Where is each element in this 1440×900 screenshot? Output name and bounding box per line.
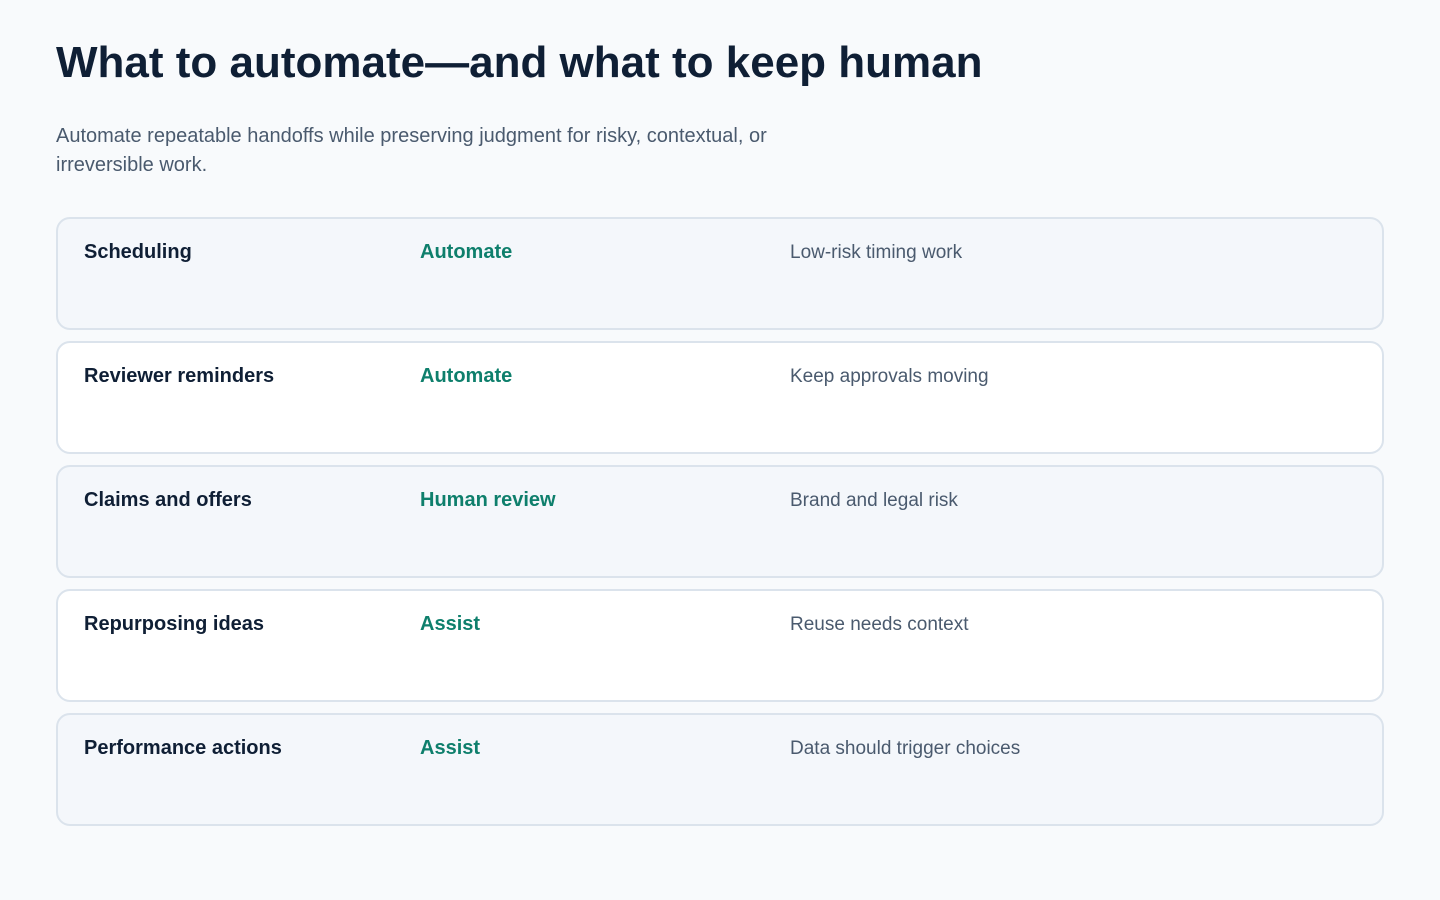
decision-row-repurposing-ideas: Repurposing ideas Assist Reuse needs con…	[56, 589, 1384, 702]
row-action-label: Assist	[420, 737, 481, 759]
decision-row-performance-actions: Performance actions Assist Data should t…	[56, 713, 1384, 826]
row-item-label: Scheduling	[84, 241, 192, 263]
row-action-label: Assist	[420, 613, 481, 635]
row-reason-text: Brand and legal risk	[790, 490, 958, 511]
row-action-label: Automate	[420, 241, 513, 263]
row-reason-text: Data should trigger choices	[790, 738, 1021, 759]
row-item-label: Repurposing ideas	[84, 613, 265, 635]
decision-row-claims-and-offers: Claims and offers Human review Brand and…	[56, 465, 1384, 578]
decision-row-scheduling: Scheduling Automate Low-risk timing work	[56, 217, 1384, 330]
row-item-label: Reviewer reminders	[84, 365, 275, 387]
row-action-label: Automate	[420, 365, 513, 387]
page-subtitle: Automate repeatable handoffs while prese…	[56, 125, 767, 176]
page-title: What to automate—and what to keep human	[56, 38, 983, 87]
row-reason-text: Keep approvals moving	[790, 366, 989, 387]
decision-row-reviewer-reminders: Reviewer reminders Automate Keep approva…	[56, 341, 1384, 454]
decision-list: Scheduling Automate Low-risk timing work…	[56, 217, 1384, 837]
row-reason-text: Reuse needs context	[790, 614, 969, 635]
row-item-label: Claims and offers	[84, 489, 252, 511]
row-action-label: Human review	[420, 489, 556, 511]
row-reason-text: Low-risk timing work	[790, 242, 963, 263]
row-item-label: Performance actions	[84, 737, 282, 759]
